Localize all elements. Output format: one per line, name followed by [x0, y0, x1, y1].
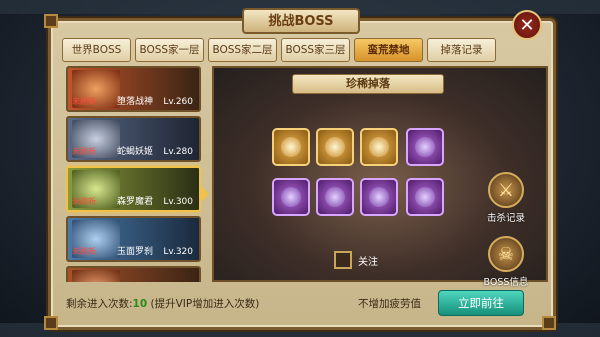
boss-info-button[interactable]: ☠ BOSS信息	[482, 236, 530, 292]
kill-record-button[interactable]: ⚔ 击杀记录	[482, 172, 530, 228]
boss-list-item[interactable]: 未刷新 玉面罗刹 Lv.320	[66, 216, 201, 262]
boss-name: 玉面罗刹	[116, 247, 153, 257]
boss-level: Lv.320	[163, 247, 193, 257]
follow-checkbox[interactable]	[334, 251, 352, 269]
boss-list-item-selected[interactable]: 未刷新 森罗魔君 Lv.300	[66, 166, 201, 212]
drop-item-slot[interactable]	[316, 128, 354, 166]
follow-toggle[interactable]: 关注	[334, 251, 378, 269]
kill-record-label: 击杀记录	[486, 213, 525, 224]
window-title: 挑战BOSS	[242, 8, 360, 34]
drop-item-slot[interactable]	[316, 178, 354, 216]
drop-item-slot[interactable]	[406, 178, 444, 216]
tab-drop-record[interactable]: 掉落记录	[427, 38, 496, 62]
boss-status-tag: 未刷新	[72, 247, 96, 256]
close-button[interactable]: ✕	[512, 10, 542, 40]
drop-item-slot[interactable]	[272, 178, 310, 216]
go-now-button[interactable]: 立即前往	[438, 290, 524, 316]
gem-icon	[415, 137, 435, 157]
boss-status-tag: 未刷新	[72, 97, 96, 106]
boss-level: Lv.280	[163, 147, 193, 157]
frame-corner	[44, 14, 58, 28]
selection-arrow-icon	[201, 186, 209, 202]
boss-name: 森罗魔君	[116, 197, 153, 207]
tab-boss-home-2[interactable]: BOSS家二层	[208, 38, 277, 62]
frame-corner	[44, 316, 58, 330]
boss-emblem-icon: ☠	[488, 236, 524, 272]
remaining-prefix: 剩余进入次数:	[66, 298, 133, 310]
boss-level: Lv.260	[163, 97, 193, 107]
remaining-entries: 剩余进入次数:10 (提升VIP增加进入次数)	[66, 296, 259, 311]
remaining-count: 10	[132, 298, 148, 310]
tab-wild-forbidden-land[interactable]: 蛮荒禁地	[354, 38, 423, 62]
boss-list-item[interactable]: 未刷新 堕落战神 Lv.260	[66, 66, 201, 112]
boss-level: Lv.300	[163, 197, 193, 207]
boss-name: 堕落战神	[116, 97, 153, 107]
drop-item-slot[interactable]	[360, 128, 398, 166]
sword-icon: ⚔	[488, 172, 524, 208]
rare-drops-title: 珍稀掉落	[292, 74, 444, 94]
skull-icon	[281, 187, 301, 207]
equipment-icon	[369, 137, 389, 157]
drop-item-slot[interactable]	[406, 128, 444, 166]
bottom-bar: 剩余进入次数:10 (提升VIP增加进入次数) 不增加疲劳值 立即前往	[62, 290, 532, 316]
crystal-icon	[415, 187, 435, 207]
equipment-icon	[281, 137, 301, 157]
boss-portrait	[72, 270, 120, 282]
equipment-icon	[325, 137, 345, 157]
boss-status-tag: 未刷新	[72, 197, 96, 206]
skull-icon	[369, 187, 389, 207]
follow-label: 关注	[358, 256, 378, 268]
drop-item-slot[interactable]	[272, 128, 310, 166]
tab-world-boss[interactable]: 世界BOSS	[62, 38, 131, 62]
tab-bar: 世界BOSS BOSS家一层 BOSS家二层 BOSS家三层 蛮荒禁地 掉落记录	[62, 38, 496, 62]
tab-boss-home-1[interactable]: BOSS家一层	[135, 38, 204, 62]
boss-list[interactable]: 未刷新 堕落战神 Lv.260 未刷新 蛇蝎妖姬 Lv.280 未刷新 森罗魔君…	[66, 66, 201, 282]
skull-icon	[325, 187, 345, 207]
frame-corner	[542, 316, 556, 330]
no-fatigue-text: 不增加疲劳值	[358, 298, 421, 310]
boss-name: 蛇蝎妖姬	[116, 147, 153, 157]
boss-list-item[interactable]: 未刷新 蛇蝎妖姬 Lv.280	[66, 116, 201, 162]
close-icon: ✕	[519, 15, 535, 36]
drop-item-slot[interactable]	[360, 178, 398, 216]
boss-info-label: BOSS信息	[483, 277, 529, 288]
tab-boss-home-3[interactable]: BOSS家三层	[281, 38, 350, 62]
boss-status-tag: 未刷新	[72, 147, 96, 156]
boss-list-item[interactable]	[66, 266, 201, 282]
remaining-hint: (提升VIP增加进入次数)	[150, 298, 260, 310]
